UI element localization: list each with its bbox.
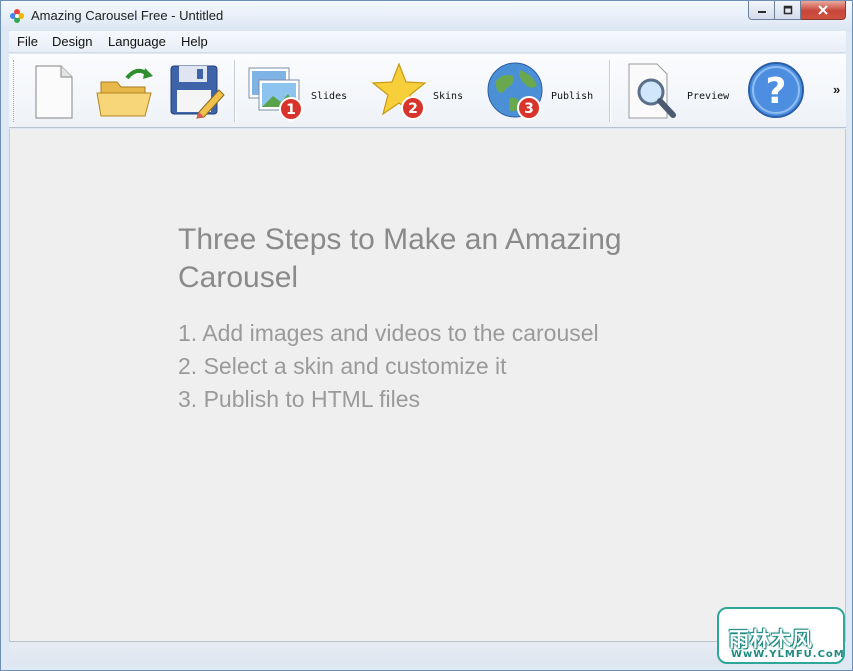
slides-label: Slides xyxy=(311,91,348,102)
app-window: Amazing Carousel Free - Untitled File De… xyxy=(0,0,853,671)
star-skin-icon: 2 xyxy=(371,62,427,120)
preview-label: Preview xyxy=(687,91,730,102)
menu-design[interactable]: Design xyxy=(52,34,92,49)
restore-icon xyxy=(783,5,792,15)
publish-step-badge: 3 xyxy=(524,101,534,117)
watermark-top-text: 雨林木风 xyxy=(729,627,813,651)
save-floppy-icon xyxy=(170,65,225,119)
close-icon xyxy=(818,5,828,15)
toolbar-grip[interactable] xyxy=(13,60,16,122)
new-button[interactable] xyxy=(29,60,79,122)
menu-file[interactable]: File xyxy=(17,34,38,49)
carousel-logo-icon xyxy=(10,9,24,23)
watermark-url-text: WwW.YLMFU.CoM xyxy=(731,649,845,660)
slides-step-badge: 1 xyxy=(286,102,296,118)
toolbar-separator xyxy=(234,60,235,122)
slides-images-icon: 1 xyxy=(248,67,303,121)
slides-button[interactable]: 1 Slides xyxy=(245,60,357,122)
toolbar-overflow-chevron[interactable]: » xyxy=(833,82,840,97)
maximize-button[interactable] xyxy=(775,1,801,20)
minimize-icon xyxy=(757,11,766,13)
new-file-icon xyxy=(35,65,73,119)
skins-button[interactable]: 2 Skins xyxy=(369,60,469,122)
title-bar: Amazing Carousel Free - Untitled xyxy=(1,1,852,31)
step-item: 3. Publish to HTML files xyxy=(178,386,421,412)
minimize-button[interactable] xyxy=(748,1,775,20)
watermark-logo: 雨林木风 WwW.YLMFU.CoM xyxy=(717,607,845,664)
step-item: 1. Add images and videos to the carousel xyxy=(178,320,599,346)
open-folder-icon xyxy=(96,68,153,117)
help-button[interactable]: ? xyxy=(745,60,807,122)
toolbar-separator xyxy=(609,60,610,122)
menu-help[interactable]: Help xyxy=(181,34,208,49)
window-controls xyxy=(748,1,846,21)
menu-language[interactable]: Language xyxy=(108,34,166,49)
skins-step-badge: 2 xyxy=(408,101,418,117)
publish-label: Publish xyxy=(551,91,594,102)
publish-button[interactable]: 3 Publish xyxy=(485,60,597,122)
save-button[interactable] xyxy=(167,60,227,122)
welcome-heading: Three Steps to Make an Amazing Carousel xyxy=(178,223,622,294)
close-button[interactable] xyxy=(801,1,846,20)
menu-bar: File Design Language Help xyxy=(9,31,846,53)
globe-publish-icon: 3 xyxy=(487,62,543,120)
help-question-icon: ? xyxy=(748,62,804,118)
preview-magnifier-icon xyxy=(628,63,676,119)
toolbar: 1 Slides 2 Skins 3 Publish Preview ? » xyxy=(9,54,846,128)
steps-list: 1. Add images and videos to the carousel… xyxy=(178,317,599,416)
skins-label: Skins xyxy=(433,91,464,102)
step-item: 2. Select a skin and customize it xyxy=(178,353,507,379)
window-title: Amazing Carousel Free - Untitled xyxy=(31,8,224,23)
main-content: Three Steps to Make an Amazing Carousel … xyxy=(9,129,846,641)
preview-button[interactable]: Preview xyxy=(623,60,733,122)
svg-text:?: ? xyxy=(766,71,787,112)
open-button[interactable] xyxy=(93,60,157,122)
